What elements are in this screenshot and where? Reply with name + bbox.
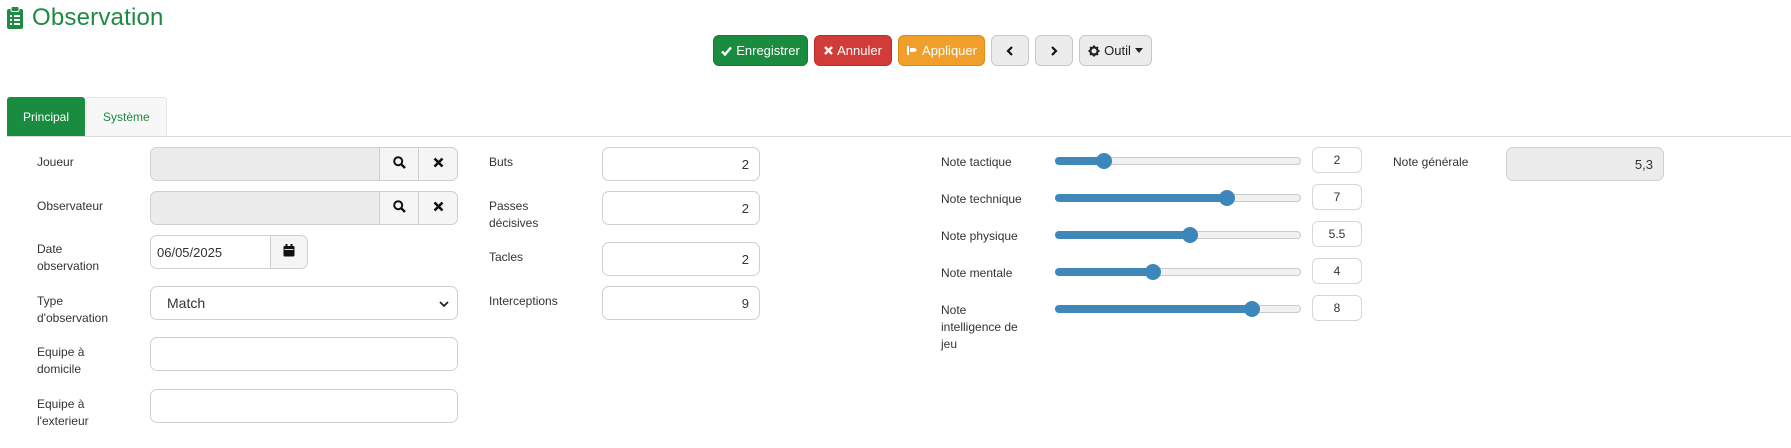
page-header: Observation xyxy=(6,4,164,32)
joueur-search-button[interactable] xyxy=(380,147,419,181)
chevron-right-icon xyxy=(1050,45,1058,56)
chevron-left-icon xyxy=(1006,45,1014,56)
slider-thumb[interactable] xyxy=(1145,264,1162,280)
previous-button[interactable] xyxy=(991,35,1029,66)
note-tactique-slider[interactable] xyxy=(1055,151,1301,171)
equipe-exterieur-input[interactable] xyxy=(150,389,458,423)
slider-fill xyxy=(1055,231,1191,239)
slider-thumb[interactable] xyxy=(1219,190,1236,206)
slider-thumb[interactable] xyxy=(1182,227,1199,243)
joueur-input[interactable] xyxy=(150,147,380,181)
note-generale-value: 5,3 xyxy=(1506,147,1664,181)
search-icon xyxy=(392,156,406,172)
save-button-label: Enregistrer xyxy=(736,43,800,58)
caret-down-icon xyxy=(1134,48,1143,53)
close-icon xyxy=(824,46,833,55)
calendar-button[interactable] xyxy=(271,235,308,269)
date-label-line2: observation xyxy=(37,259,100,273)
tab-bar: Principal Système xyxy=(7,97,167,136)
type-select-value: Match xyxy=(167,295,206,311)
date-label: Date observation xyxy=(37,241,99,275)
gear-icon xyxy=(1088,45,1100,57)
tab-divider xyxy=(7,136,1791,137)
date-label-line1: Date xyxy=(37,242,63,256)
cancel-button[interactable]: Annuler xyxy=(814,35,892,66)
apply-icon xyxy=(906,45,918,56)
equipe-exterieur-label-line2: l'exterieur xyxy=(37,414,89,428)
note-technique-label: Note technique xyxy=(941,192,1022,206)
check-icon xyxy=(721,46,733,56)
note-technique-value[interactable]: 7 xyxy=(1312,184,1362,210)
equipe-domicile-label-line2: domicile xyxy=(37,362,82,376)
note-intelligence-label-line3: jeu xyxy=(941,337,958,351)
page-title: Observation xyxy=(32,4,164,31)
tacles-input[interactable]: 2 xyxy=(602,242,760,276)
slider-fill xyxy=(1055,194,1228,202)
tool-menu-button[interactable]: Outil xyxy=(1079,35,1152,66)
passes-label-line1: Passes xyxy=(489,199,529,213)
interceptions-input[interactable]: 9 xyxy=(602,286,760,320)
tab-principal[interactable]: Principal xyxy=(7,97,86,136)
observateur-search-button[interactable] xyxy=(380,191,419,225)
equipe-exterieur-label-line1: Equipe à xyxy=(37,397,85,411)
note-mentale-value[interactable]: 4 xyxy=(1312,258,1362,284)
cancel-button-label: Annuler xyxy=(837,43,882,58)
slider-fill xyxy=(1055,268,1154,276)
tab-systeme[interactable]: Système xyxy=(86,97,167,136)
next-button[interactable] xyxy=(1035,35,1073,66)
note-intelligence-value[interactable]: 8 xyxy=(1312,295,1362,321)
search-icon xyxy=(392,200,406,216)
note-intelligence-label-line2: intelligence de xyxy=(941,320,1018,334)
slider-fill xyxy=(1055,305,1252,313)
slider-thumb[interactable] xyxy=(1096,153,1113,169)
save-button[interactable]: Enregistrer xyxy=(713,35,808,66)
note-tactique-value[interactable]: 2 xyxy=(1312,147,1362,173)
note-technique-slider[interactable] xyxy=(1055,188,1301,208)
type-label-line2: d'observation xyxy=(37,311,109,325)
interceptions-label: Interceptions xyxy=(489,294,558,308)
chevron-down-icon xyxy=(439,295,449,311)
note-intelligence-slider[interactable] xyxy=(1055,299,1301,319)
date-picker: 06/05/2025 xyxy=(150,235,308,269)
buts-input[interactable]: 2 xyxy=(602,147,760,181)
slider-thumb[interactable] xyxy=(1243,301,1260,317)
close-icon xyxy=(433,201,444,215)
note-physique-label: Note physique xyxy=(941,229,1018,243)
observateur-label: Observateur xyxy=(37,199,104,213)
type-label: Type d'observation xyxy=(37,293,108,327)
note-mentale-slider[interactable] xyxy=(1055,262,1301,282)
note-physique-slider[interactable] xyxy=(1055,225,1301,245)
date-input[interactable]: 06/05/2025 xyxy=(150,235,271,269)
passes-input[interactable]: 2 xyxy=(602,191,760,225)
type-label-line1: Type xyxy=(37,294,64,308)
type-select[interactable]: Match xyxy=(150,286,458,320)
clipboard-list-icon xyxy=(6,6,24,30)
note-tactique-label: Note tactique xyxy=(941,155,1012,169)
passes-label-line2: décisives xyxy=(489,216,539,230)
buts-label: Buts xyxy=(489,155,514,169)
joueur-clear-button[interactable] xyxy=(419,147,458,181)
note-generale-label: Note générale xyxy=(1393,155,1469,169)
apply-button-label: Appliquer xyxy=(922,43,977,58)
equipe-domicile-input[interactable] xyxy=(150,337,458,371)
joueur-picker xyxy=(150,147,458,181)
observateur-picker xyxy=(150,191,458,225)
note-intelligence-label: Note intelligence de jeu xyxy=(941,302,1018,353)
tacles-label: Tacles xyxy=(489,250,524,264)
note-physique-value[interactable]: 5.5 xyxy=(1312,221,1362,247)
equipe-domicile-label-line1: Equipe à xyxy=(37,345,85,359)
equipe-domicile-label: Equipe à domicile xyxy=(37,344,84,378)
note-mentale-label: Note mentale xyxy=(941,266,1013,280)
equipe-exterieur-label: Equipe à l'exterieur xyxy=(37,396,89,430)
note-intelligence-label-line1: Note xyxy=(941,303,967,317)
tool-menu-label: Outil xyxy=(1104,43,1131,58)
passes-label: Passes décisives xyxy=(489,198,538,232)
joueur-label: Joueur xyxy=(37,155,74,169)
observateur-input[interactable] xyxy=(150,191,380,225)
toolbar: Enregistrer Annuler Appliquer Outil xyxy=(713,35,1152,66)
observateur-clear-button[interactable] xyxy=(419,191,458,225)
close-icon xyxy=(433,157,444,171)
apply-button[interactable]: Appliquer xyxy=(898,35,985,66)
calendar-icon xyxy=(283,244,295,260)
